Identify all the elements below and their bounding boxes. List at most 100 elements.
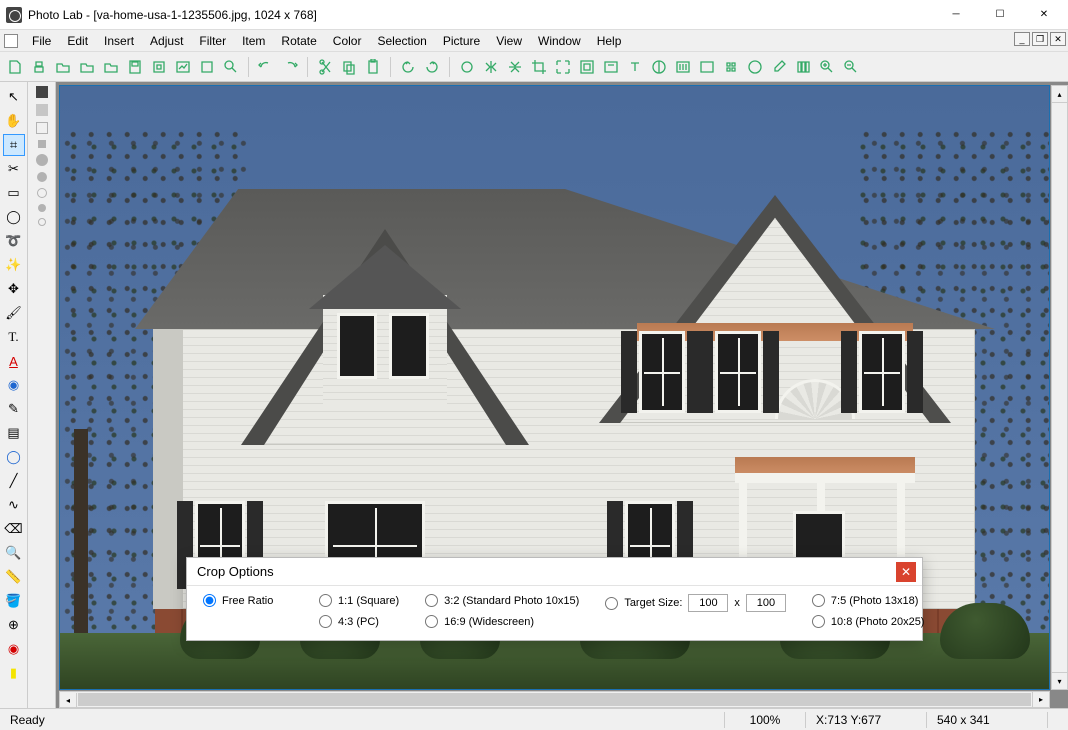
crop-ratio-1-1[interactable]: 1:1 (Square) <box>319 594 399 607</box>
tool-curve[interactable]: ∿ <box>3 494 25 516</box>
toolbar-export[interactable] <box>148 56 170 78</box>
image-viewport[interactable]: Crop Options ✕ Free Ratio 1:1 (Square) 4… <box>59 85 1050 690</box>
tool-ellipse-select[interactable]: ◯ <box>3 206 25 228</box>
tool-highlight[interactable]: ▮ <box>3 662 25 684</box>
toolbar-text[interactable] <box>624 56 646 78</box>
toolbar-eyedropper[interactable] <box>768 56 790 78</box>
toolbar-free-rotate[interactable] <box>456 56 478 78</box>
toolbar-zoom-in[interactable] <box>816 56 838 78</box>
tool-eraser[interactable]: ⌫ <box>3 518 25 540</box>
menu-color[interactable]: Color <box>325 32 370 50</box>
hscroll-thumb[interactable] <box>78 693 1031 706</box>
toolbar-color-balance[interactable] <box>744 56 766 78</box>
shape-filled-square-alt[interactable] <box>36 104 48 116</box>
crop-ratio-4-3-radio[interactable] <box>319 615 332 628</box>
scroll-up-button[interactable]: ▴ <box>1052 86 1067 103</box>
vertical-scrollbar[interactable]: ▴ ▾ <box>1051 85 1068 690</box>
toolbar-rotate-cw[interactable] <box>421 56 443 78</box>
toolbar-contrast[interactable] <box>648 56 670 78</box>
menu-file[interactable]: File <box>24 32 59 50</box>
horizontal-scrollbar[interactable]: ◂ ▸ <box>59 691 1050 708</box>
toolbar-paste[interactable] <box>362 56 384 78</box>
toolbar-fit[interactable] <box>552 56 574 78</box>
toolbar-grayscale[interactable] <box>696 56 718 78</box>
toolbar-flip-h[interactable] <box>480 56 502 78</box>
shape-circle-2[interactable] <box>37 172 47 182</box>
tool-clone[interactable]: ⊕ <box>3 614 25 636</box>
toolbar-text-box[interactable] <box>600 56 622 78</box>
menu-picture[interactable]: Picture <box>435 32 488 50</box>
crop-ratio-free[interactable]: Free Ratio <box>203 594 293 607</box>
crop-ratio-16-9[interactable]: 16:9 (Widescreen) <box>425 615 579 628</box>
tool-pointer[interactable]: ↖ <box>3 86 25 108</box>
menu-edit[interactable]: Edit <box>59 32 96 50</box>
mdi-restore[interactable]: ❐ <box>1032 32 1048 46</box>
mdi-minimize[interactable]: _ <box>1014 32 1030 46</box>
crop-ratio-1-1-radio[interactable] <box>319 594 332 607</box>
tool-shape-ellipse[interactable]: ◯ <box>3 446 25 468</box>
toolbar-undo[interactable] <box>255 56 277 78</box>
toolbar-channels[interactable] <box>792 56 814 78</box>
crop-ratio-4-3[interactable]: 4:3 (PC) <box>319 615 399 628</box>
toolbar-open[interactable] <box>52 56 74 78</box>
minimize-button[interactable]: ─ <box>934 1 978 29</box>
tool-stamp[interactable]: ◉ <box>3 374 25 396</box>
toolbar-save[interactable] <box>124 56 146 78</box>
crop-ratio-3-2[interactable]: 3:2 (Standard Photo 10x15) <box>425 594 579 607</box>
toolbar-rotate-ccw[interactable] <box>397 56 419 78</box>
toolbar-center[interactable] <box>576 56 598 78</box>
toolbar-open-folder[interactable] <box>76 56 98 78</box>
crop-ratio-16-9-radio[interactable] <box>425 615 438 628</box>
shape-circle-outline[interactable] <box>37 188 47 198</box>
menu-selection[interactable]: Selection <box>369 32 434 50</box>
toolbar-browse[interactable] <box>220 56 242 78</box>
crop-ratio-10-8[interactable]: 10:8 (Photo 20x25) <box>812 615 925 628</box>
toolbar-recent[interactable] <box>100 56 122 78</box>
tool-bucket[interactable]: 🪣 <box>3 590 25 612</box>
close-button[interactable]: ✕ <box>1022 1 1066 29</box>
tool-scissors[interactable]: ✂ <box>3 158 25 180</box>
crop-panel-close[interactable]: ✕ <box>896 562 916 582</box>
shape-filled-square[interactable] <box>36 86 48 98</box>
tool-red-text[interactable]: A <box>3 350 25 372</box>
menu-help[interactable]: Help <box>589 32 630 50</box>
crop-ratio-3-2-radio[interactable] <box>425 594 438 607</box>
shape-outline-square[interactable] <box>36 122 48 134</box>
toolbar-redo[interactable] <box>279 56 301 78</box>
shape-circle-1[interactable] <box>36 154 48 166</box>
tool-zoom[interactable]: 🔍 <box>3 542 25 564</box>
tool-crop[interactable]: ⌗ <box>3 134 25 156</box>
tool-ruler[interactable]: 📏 <box>3 566 25 588</box>
toolbar-zoom-out[interactable] <box>840 56 862 78</box>
tool-gradient[interactable]: ▤ <box>3 422 25 444</box>
crop-ratio-7-5-radio[interactable] <box>812 594 825 607</box>
menu-adjust[interactable]: Adjust <box>142 32 191 50</box>
menu-insert[interactable]: Insert <box>96 32 142 50</box>
tool-text[interactable]: T. <box>3 326 25 348</box>
tool-rect-select[interactable]: ▭ <box>3 182 25 204</box>
crop-target-size[interactable]: Target Size: <box>605 597 682 610</box>
tool-pencil[interactable]: ✎ <box>3 398 25 420</box>
crop-ratio-10-8-radio[interactable] <box>812 615 825 628</box>
toolbar-crop[interactable] <box>528 56 550 78</box>
tool-line[interactable]: ╱ <box>3 470 25 492</box>
tool-lasso[interactable]: ➰ <box>3 230 25 252</box>
toolbar-flip-v[interactable] <box>504 56 526 78</box>
menu-filter[interactable]: Filter <box>191 32 234 50</box>
scroll-left-button[interactable]: ◂ <box>60 693 77 708</box>
toolbar-print[interactable] <box>28 56 50 78</box>
crop-panel-header[interactable]: Crop Options ✕ <box>187 558 922 586</box>
crop-ratio-free-radio[interactable] <box>203 594 216 607</box>
maximize-button[interactable]: ☐ <box>978 1 1022 29</box>
tool-wand[interactable]: ✨ <box>3 254 25 276</box>
toolbar-levels[interactable] <box>672 56 694 78</box>
crop-ratio-7-5[interactable]: 7:5 (Photo 13x18) <box>812 594 925 607</box>
crop-target-width[interactable] <box>688 594 728 612</box>
shape-small-square[interactable] <box>38 140 46 148</box>
crop-target-size-radio[interactable] <box>605 597 618 610</box>
toolbar-import-image[interactable] <box>172 56 194 78</box>
toolbar-new[interactable] <box>4 56 26 78</box>
shape-circle-outline-2[interactable] <box>38 218 46 226</box>
mdi-close[interactable]: ✕ <box>1050 32 1066 46</box>
tool-redeye[interactable]: ◉ <box>3 638 25 660</box>
